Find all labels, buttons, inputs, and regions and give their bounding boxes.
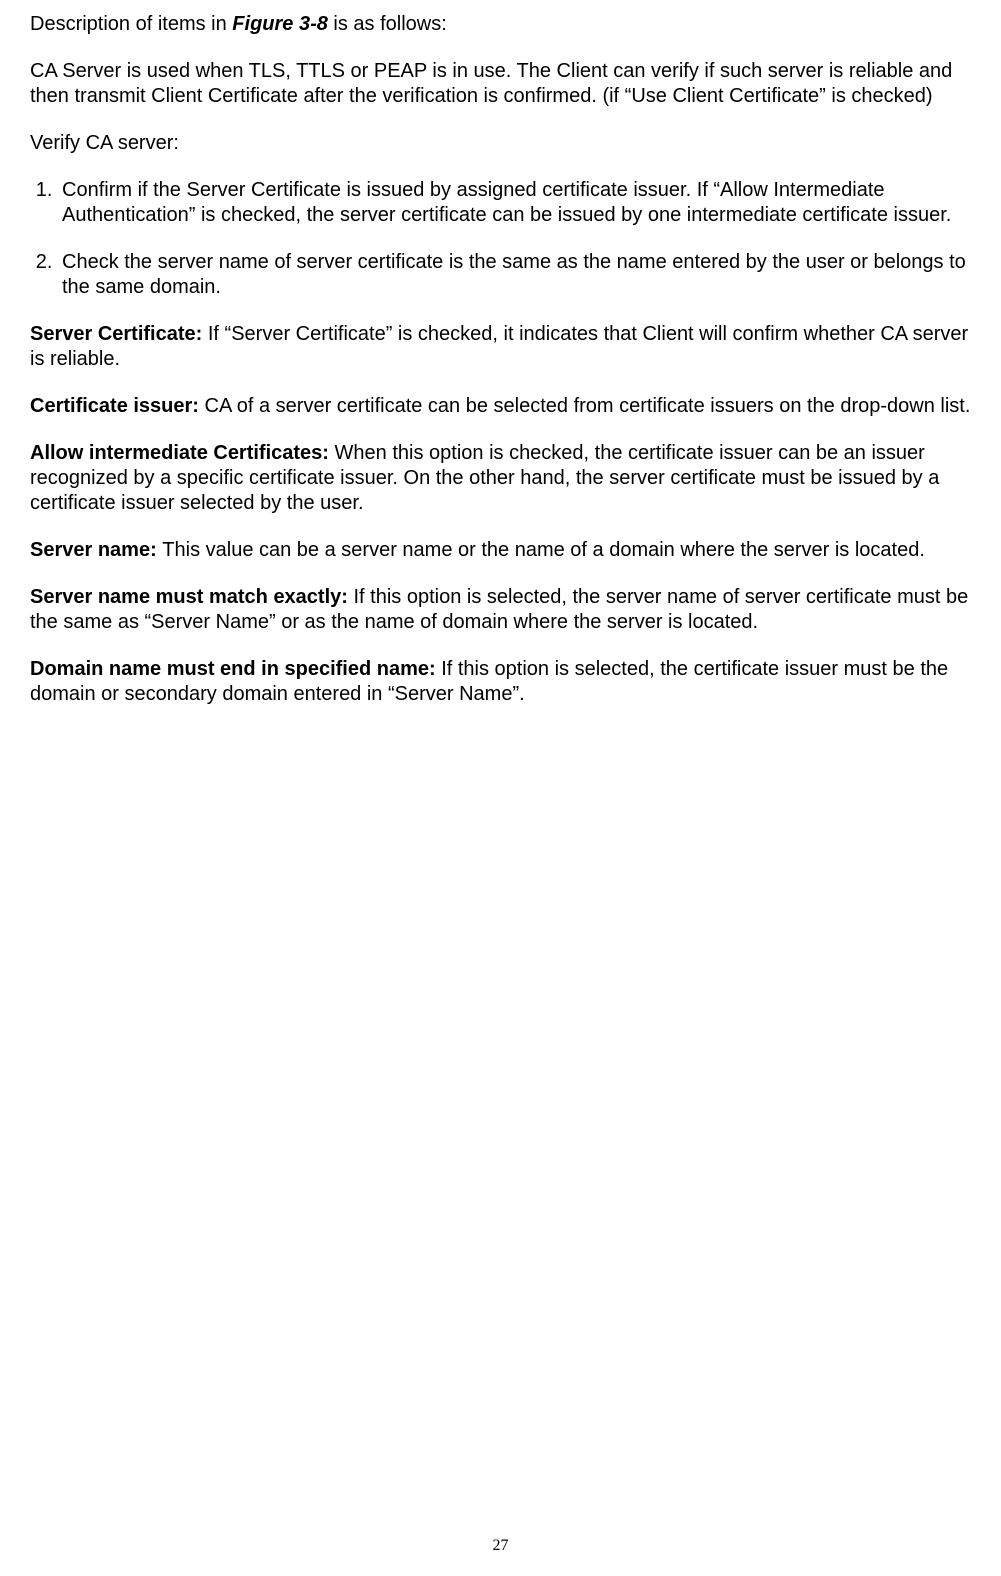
term-domain-end: Domain name must end in specified name: bbox=[30, 658, 441, 680]
verify-heading: Verify CA server: bbox=[30, 131, 971, 156]
intro-suffix: is as follows: bbox=[328, 13, 447, 35]
body-certificate-issuer: CA of a server certificate can be select… bbox=[205, 395, 971, 417]
def-allow-intermediate: Allow intermediate Certificates: When th… bbox=[30, 441, 971, 516]
def-match-exactly: Server name must match exactly: If this … bbox=[30, 585, 971, 635]
term-certificate-issuer: Certificate issuer: bbox=[30, 395, 205, 417]
def-certificate-issuer: Certificate issuer: CA of a server certi… bbox=[30, 394, 971, 419]
verify-step-1: Confirm if the Server Certificate is iss… bbox=[58, 178, 971, 228]
term-server-name: Server name: bbox=[30, 539, 162, 561]
def-domain-end: Domain name must end in specified name: … bbox=[30, 657, 971, 707]
body-server-name: This value can be a server name or the n… bbox=[162, 539, 925, 561]
def-server-certificate: Server Certificate: If “Server Certifica… bbox=[30, 322, 971, 372]
ca-server-paragraph: CA Server is used when TLS, TTLS or PEAP… bbox=[30, 59, 971, 109]
def-server-name: Server name: This value can be a server … bbox=[30, 538, 971, 563]
verify-step-2: Check the server name of server certific… bbox=[58, 250, 971, 300]
term-server-certificate: Server Certificate: bbox=[30, 323, 208, 345]
term-match-exactly: Server name must match exactly: bbox=[30, 586, 354, 608]
document-page: Description of items in Figure 3-8 is as… bbox=[0, 0, 1001, 1576]
figure-reference: Figure 3-8 bbox=[232, 13, 328, 35]
intro-prefix: Description of items in bbox=[30, 13, 232, 35]
verify-steps-list: Confirm if the Server Certificate is iss… bbox=[30, 178, 971, 300]
term-allow-intermediate: Allow intermediate Certificates: bbox=[30, 442, 335, 464]
page-number: 27 bbox=[0, 1536, 1001, 1556]
intro-paragraph: Description of items in Figure 3-8 is as… bbox=[30, 12, 971, 37]
